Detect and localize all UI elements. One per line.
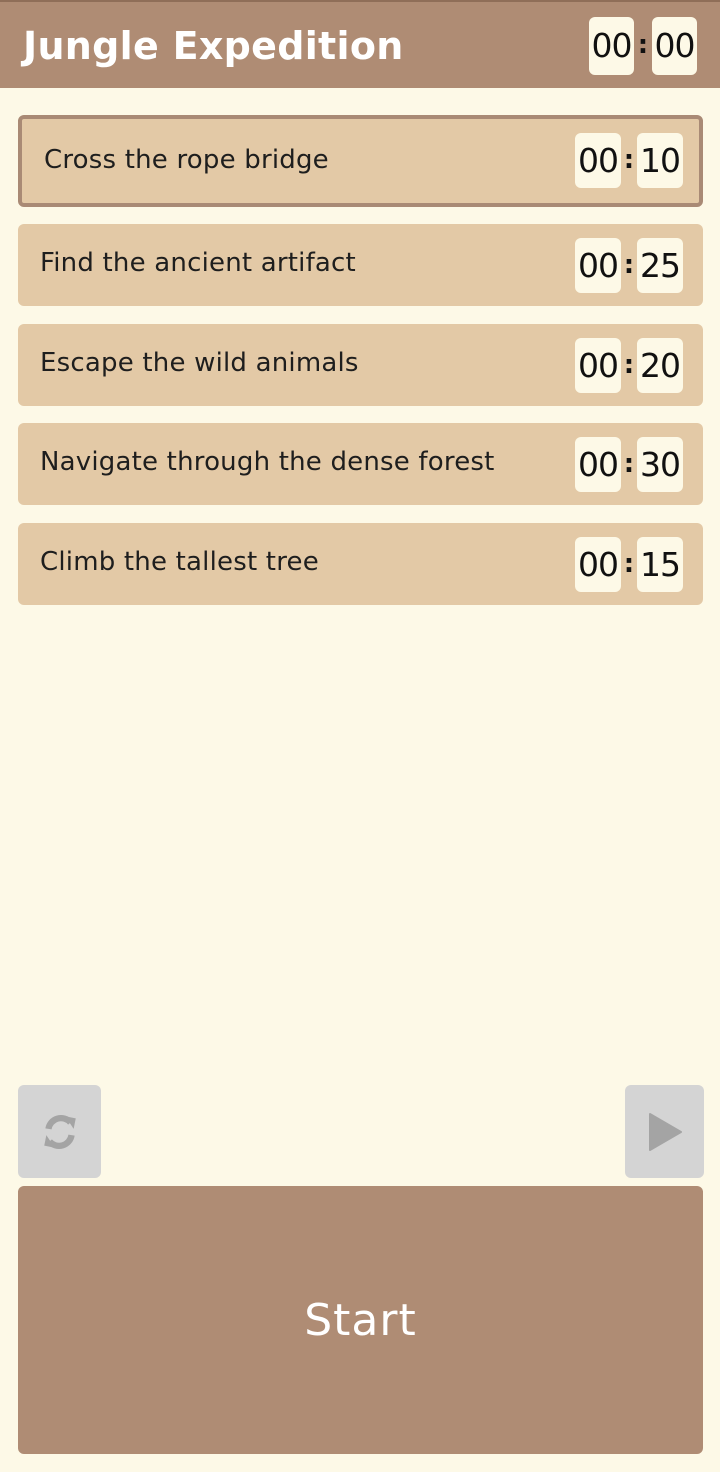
task-timer-colon: : xyxy=(623,549,635,579)
task-seconds[interactable]: 10 xyxy=(637,133,683,188)
task-item[interactable]: Find the ancient artifact 00 : 25 xyxy=(18,224,703,306)
task-timer-colon: : xyxy=(623,250,635,280)
start-button-label: Start xyxy=(304,1294,417,1346)
task-item[interactable]: Navigate through the dense forest 00 : 3… xyxy=(18,423,703,505)
total-seconds: 00 xyxy=(652,17,697,75)
page-title: Jungle Expedition xyxy=(23,24,404,68)
reset-button[interactable] xyxy=(18,1085,101,1178)
task-timer-colon: : xyxy=(623,350,635,380)
task-timer-colon: : xyxy=(623,145,635,175)
task-timer-colon: : xyxy=(623,449,635,479)
task-minutes[interactable]: 00 xyxy=(575,437,621,492)
task-minutes[interactable]: 00 xyxy=(575,338,621,393)
play-icon xyxy=(648,1112,682,1151)
task-item[interactable]: Climb the tallest tree 00 : 15 xyxy=(18,523,703,605)
task-item[interactable]: Escape the wild animals 00 : 20 xyxy=(18,324,703,406)
task-minutes[interactable]: 00 xyxy=(575,238,621,293)
task-minutes[interactable]: 00 xyxy=(575,133,621,188)
total-minutes: 00 xyxy=(589,17,634,75)
task-label: Find the ancient artifact xyxy=(40,248,356,278)
task-seconds[interactable]: 30 xyxy=(637,437,683,492)
task-label: Cross the rope bridge xyxy=(44,145,329,175)
task-seconds[interactable]: 15 xyxy=(637,537,683,592)
task-label: Climb the tallest tree xyxy=(40,547,319,577)
refresh-icon xyxy=(43,1114,76,1149)
task-label: Escape the wild animals xyxy=(40,348,359,378)
task-item-active[interactable]: Cross the rope bridge 00 : 10 xyxy=(18,115,703,207)
task-label: Navigate through the dense forest xyxy=(40,447,495,477)
play-button[interactable] xyxy=(625,1085,704,1178)
task-seconds[interactable]: 20 xyxy=(637,338,683,393)
task-minutes[interactable]: 00 xyxy=(575,537,621,592)
total-timer-colon: : xyxy=(637,30,649,60)
task-seconds[interactable]: 25 xyxy=(637,238,683,293)
start-button[interactable]: Start xyxy=(18,1186,703,1454)
app-header: Jungle Expedition 00 : 00 xyxy=(0,0,720,88)
